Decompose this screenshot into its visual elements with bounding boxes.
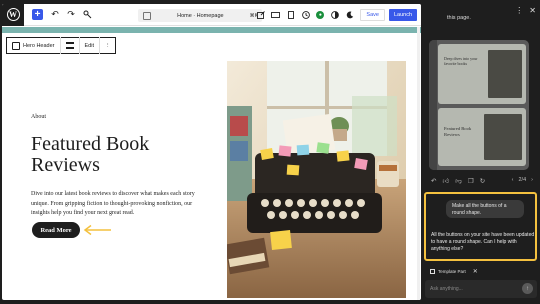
redo-icon[interactable]: ↷ (65, 9, 77, 21)
site-status-icon[interactable]: ● (316, 11, 325, 19)
toolbar-actions: ● Save Launch (256, 4, 421, 26)
template-part-icon (12, 41, 20, 50)
copy-icon[interactable]: ❐ (468, 177, 474, 185)
contrast-icon[interactable] (330, 11, 339, 20)
thumbs-up-icon[interactable]: 👍︎ (442, 177, 449, 185)
preview-section-2: Featured Book Reviews (438, 108, 526, 166)
prev-preview-button[interactable]: ‹ (512, 177, 514, 183)
wordpress-logo-icon[interactable]: W (2, 4, 24, 26)
assistant-panel: this page. ⋮ ✕ Deep dives into your favo… (421, 0, 540, 304)
editor-scrollbar[interactable] (417, 27, 420, 300)
undo-change-icon[interactable]: ↶ (431, 177, 436, 185)
tablet-view-icon[interactable] (286, 11, 295, 20)
user-message: Make all the buttons of a round shape. (446, 200, 524, 218)
pointer-arrow-icon (83, 224, 111, 236)
previous-message-tail: this page. (447, 15, 471, 21)
context-chip[interactable]: Template Part ✕ (430, 268, 478, 275)
preview-card1-image (488, 50, 522, 98)
hero-typewriter-image (227, 61, 406, 298)
align-button[interactable] (61, 37, 80, 54)
document-bar[interactable]: Home · Homepage ⌘K (138, 9, 262, 22)
launch-button[interactable]: Launch (388, 9, 417, 21)
feedback-actions: ↶ 👍︎ 👎︎ ❐ ↻ (431, 177, 485, 185)
undo-icon[interactable]: ↶ (49, 9, 61, 21)
preview-card2-image (484, 114, 522, 160)
pager-label: 2/4 (518, 177, 527, 183)
chip-label: Template Part (438, 269, 466, 274)
chat-input[interactable] (430, 284, 515, 294)
design-preview-card[interactable]: Deep dives into your favorite books Feat… (429, 40, 529, 170)
block-name-button[interactable]: Hero Header (7, 37, 61, 54)
edit-button[interactable]: Edit (80, 37, 100, 54)
editor-toolbar: W + ↶ ↷ Home · Homepage ⌘K ● Save Launch (2, 4, 421, 26)
moon-icon[interactable] (345, 11, 354, 20)
panel-more-icon[interactable]: ⋮ (515, 6, 523, 15)
hero-description: Dive into our latest book reviews to dis… (31, 191, 195, 216)
hero-text-group: About Featured Book Reviews Dive into ou… (31, 114, 211, 219)
thumbs-down-icon[interactable]: 👎︎ (455, 177, 462, 185)
read-more-button[interactable]: Read More (32, 222, 80, 238)
history-icon[interactable] (301, 11, 310, 20)
next-preview-button[interactable]: › (531, 177, 533, 183)
preview-card1-title: Deep dives into your favorite books (444, 56, 478, 66)
block-toolbar: Hero Header Edit ⋮ (6, 37, 117, 54)
template-part-icon (430, 269, 435, 274)
preview-strip (429, 40, 437, 170)
app-window: W + ↶ ↷ Home · Homepage ⌘K ● Save Launch… (0, 0, 540, 304)
panel-header-actions: ⋮ ✕ (515, 6, 536, 15)
block-more-options-button[interactable]: ⋮ (100, 37, 116, 54)
document-title: Home · Homepage (177, 12, 224, 19)
close-icon[interactable]: ✕ (529, 6, 536, 15)
send-button[interactable]: ↑ (522, 283, 533, 294)
preview-pager: ‹ 2/4 › (512, 177, 533, 183)
block-name-label: Hero Header (23, 42, 55, 49)
remove-chip-icon[interactable]: ✕ (473, 268, 478, 275)
refresh-icon[interactable]: ↻ (480, 177, 485, 185)
chat-input-container: ↑ (425, 280, 537, 298)
hero-eyebrow: About (31, 114, 46, 120)
tools-icon[interactable] (81, 9, 93, 21)
editor-canvas: W + ↶ ↷ Home · Homepage ⌘K ● Save Launch… (2, 4, 421, 300)
save-button[interactable]: Save (360, 9, 385, 21)
align-icon (65, 42, 74, 49)
preview-card2-title: Featured Book Reviews (444, 126, 472, 137)
desktop-view-icon[interactable] (271, 11, 281, 20)
chat-highlight: Make all the buttons of a round shape. A… (424, 192, 537, 261)
assistant-message: All the buttons on your site have been u… (431, 232, 535, 252)
page-icon (143, 11, 151, 20)
header-band (2, 27, 421, 33)
add-block-button[interactable]: + (32, 9, 43, 20)
hero-title: Featured Book Reviews (31, 133, 150, 176)
external-link-icon[interactable] (256, 11, 265, 20)
preview-section-1: Deep dives into your favorite books (438, 44, 526, 104)
